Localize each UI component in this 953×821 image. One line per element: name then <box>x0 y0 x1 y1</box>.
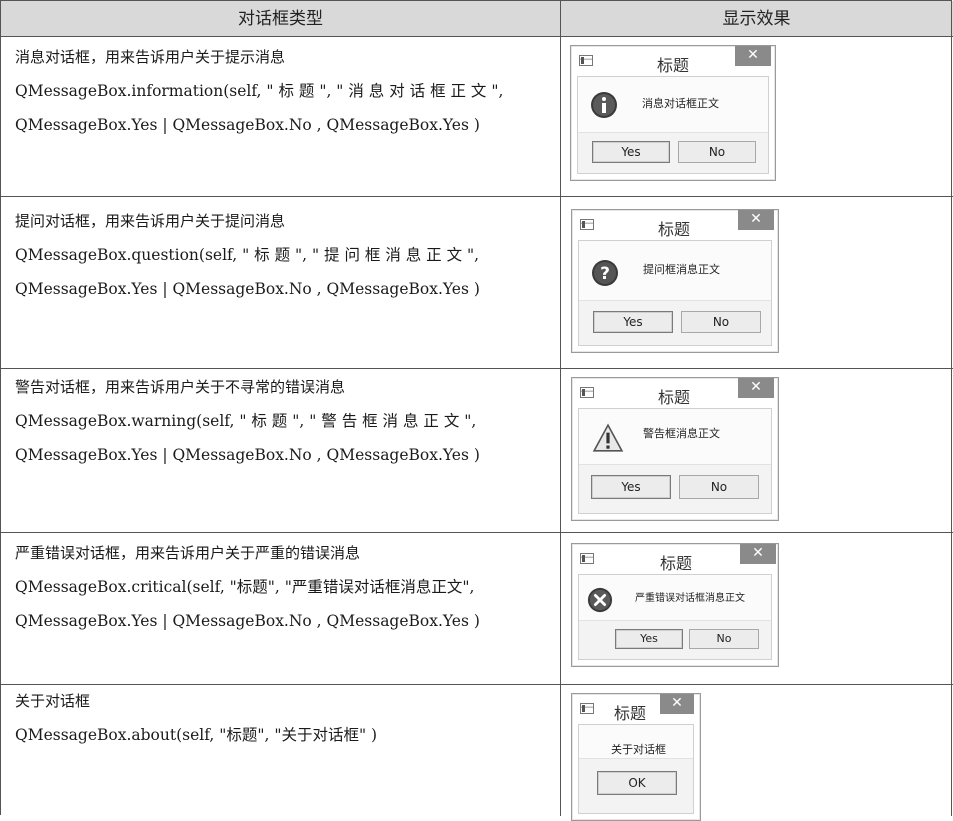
critical-icon <box>587 587 613 613</box>
code-line: QMessageBox.question(self, " 标 题 ", " 提 … <box>15 246 480 264</box>
window-app-icon <box>580 553 594 564</box>
close-icon[interactable]: ✕ <box>738 378 774 398</box>
table-right-border <box>951 1 952 816</box>
row-description: 关于对话框 <box>15 692 91 710</box>
message-box-table: 对话框类型 显示效果 消息对话框，用来告诉用户关于提示消息 QMessageBo… <box>0 0 953 821</box>
close-icon[interactable]: ✕ <box>740 544 776 564</box>
window-app-icon <box>580 219 594 230</box>
header-display-effect: 显示效果 <box>722 9 791 29</box>
no-button[interactable]: No <box>689 629 759 649</box>
critical-dialog-preview: 标题 ✕ 严重错误对话框消息正文 Yes No <box>571 543 779 667</box>
row-description: 消息对话框，用来告诉用户关于提示消息 <box>15 48 286 66</box>
type-cell: 消息对话框，用来告诉用户关于提示消息 QMessageBox.informati… <box>15 45 555 147</box>
close-icon[interactable]: ✕ <box>738 210 774 230</box>
table-row-about: 关于对话框 QMessageBox.about(self, "标题", "关于对… <box>1 685 953 821</box>
type-cell: 严重错误对话框，用来告诉用户关于严重的错误消息 QMessageBox.crit… <box>15 541 555 643</box>
code-line: QMessageBox.critical(self, "标题", "严重错误对话… <box>15 578 475 596</box>
dialog-message: 提问框消息正文 <box>643 263 720 276</box>
dialog-message: 关于对话框 <box>611 743 666 756</box>
warning-icon <box>592 423 624 452</box>
yes-button[interactable]: Yes <box>592 141 670 163</box>
dialog-message: 警告框消息正文 <box>643 427 720 440</box>
row-description: 警告对话框，用来告诉用户关于不寻常的错误消息 <box>15 378 346 396</box>
dialog-message: 消息对话框正文 <box>642 97 719 110</box>
code-line: QMessageBox.Yes | QMessageBox.No , QMess… <box>15 280 480 298</box>
about-dialog-preview: 标题 ✕ 关于对话框 OK <box>571 693 701 821</box>
svg-text:?: ? <box>600 264 610 284</box>
dialog-title: 标题 <box>657 56 690 75</box>
no-button[interactable]: No <box>681 311 761 333</box>
dialog-title: 标题 <box>658 220 691 239</box>
dialog-titlebar: 标题 ✕ <box>571 46 775 76</box>
dialog-body: 警告框消息正文 Yes No <box>578 408 772 514</box>
table-row-question: 提问对话框，用来告诉用户关于提问消息 QMessageBox.question(… <box>1 197 953 369</box>
table-row-critical: 严重错误对话框，用来告诉用户关于严重的错误消息 QMessageBox.crit… <box>1 533 953 685</box>
code-line: QMessageBox.warning(self, " 标 题 ", " 警 告… <box>15 412 477 430</box>
dialog-titlebar: 标题 ✕ <box>572 544 778 574</box>
code-line: QMessageBox.information(self, " 标 题 ", "… <box>15 82 504 100</box>
dialog-button-bar: Yes No <box>579 620 771 659</box>
header-dialog-type: 对话框类型 <box>238 9 323 29</box>
yes-button[interactable]: Yes <box>615 629 683 649</box>
dialog-button-bar: Yes No <box>579 464 771 513</box>
dialog-title: 标题 <box>658 388 691 407</box>
window-app-icon <box>580 387 594 398</box>
code-line: QMessageBox.Yes | QMessageBox.No , QMess… <box>15 612 480 630</box>
column-divider <box>560 1 561 816</box>
dialog-body: 消息对话框正文 Yes No <box>577 76 769 174</box>
close-icon[interactable]: ✕ <box>735 46 771 66</box>
dialog-button-bar: OK <box>579 758 693 813</box>
row-description: 严重错误对话框，用来告诉用户关于严重的错误消息 <box>15 544 361 562</box>
dialog-titlebar: 标题 ✕ <box>572 210 778 240</box>
type-cell: 警告对话框，用来告诉用户关于不寻常的错误消息 QMessageBox.warni… <box>15 375 555 477</box>
dialog-body: 严重错误对话框消息正文 Yes No <box>578 574 772 660</box>
code-line: QMessageBox.Yes | QMessageBox.No , QMess… <box>15 116 480 134</box>
window-app-icon <box>579 55 593 66</box>
no-button[interactable]: No <box>678 141 756 163</box>
dialog-titlebar: 标题 ✕ <box>572 378 778 408</box>
code-line: QMessageBox.about(self, "标题", "关于对话框" ) <box>15 726 378 744</box>
dialog-title: 标题 <box>614 704 647 723</box>
dialog-body: 关于对话框 OK <box>578 724 694 814</box>
yes-button[interactable]: Yes <box>591 475 671 499</box>
type-cell: 关于对话框 QMessageBox.about(self, "标题", "关于对… <box>15 689 555 757</box>
dialog-message: 严重错误对话框消息正文 <box>635 593 745 604</box>
type-cell: 提问对话框，用来告诉用户关于提问消息 QMessageBox.question(… <box>15 209 555 311</box>
information-icon <box>591 92 617 118</box>
question-dialog-preview: 标题 ✕ ? 提问框消息正文 Yes No <box>571 209 779 353</box>
dialog-body: ? 提问框消息正文 Yes No <box>578 240 772 346</box>
table-row-information: 消息对话框，用来告诉用户关于提示消息 QMessageBox.informati… <box>1 37 953 197</box>
yes-button[interactable]: Yes <box>593 311 673 333</box>
close-icon[interactable]: ✕ <box>660 694 694 714</box>
ok-button[interactable]: OK <box>597 771 677 795</box>
no-button[interactable]: No <box>679 475 759 499</box>
row-description: 提问对话框，用来告诉用户关于提问消息 <box>15 212 286 230</box>
window-app-icon <box>580 703 594 714</box>
table-header: 对话框类型 显示效果 <box>1 1 953 37</box>
table-row-warning: 警告对话框，用来告诉用户关于不寻常的错误消息 QMessageBox.warni… <box>1 369 953 533</box>
dialog-title: 标题 <box>660 554 693 573</box>
question-icon: ? <box>592 260 618 286</box>
dialog-titlebar: 标题 ✕ <box>572 694 700 724</box>
dialog-button-bar: Yes No <box>579 300 771 345</box>
dialog-button-bar: Yes No <box>578 132 768 173</box>
code-line: QMessageBox.Yes | QMessageBox.No , QMess… <box>15 446 480 464</box>
warning-dialog-preview: 标题 ✕ 警告框消息正文 Yes No <box>571 377 779 521</box>
information-dialog-preview: 标题 ✕ 消息对话框正文 Yes No <box>570 45 776 181</box>
